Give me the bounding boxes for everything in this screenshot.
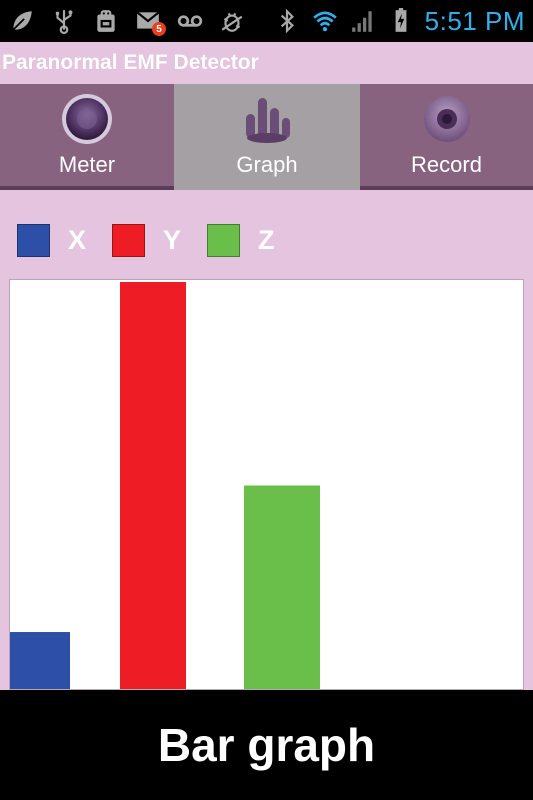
tab-graph[interactable]: Graph <box>174 84 360 190</box>
caption-banner: Bar graph <box>0 690 533 800</box>
legend-label-z: Z <box>258 225 275 255</box>
record-icon <box>423 96 470 142</box>
status-bar: 5 5:51 PM <box>0 0 533 42</box>
tab-meter[interactable]: Meter <box>0 84 174 190</box>
gmail-icon: 5 <box>134 8 166 36</box>
usb-icon <box>50 8 78 34</box>
tab-graph-label: Graph <box>236 152 298 177</box>
meter-icon <box>62 94 112 144</box>
bar-x <box>10 632 70 689</box>
legend-label-x: X <box>68 225 87 255</box>
system-icons: 5:51 PM <box>273 6 525 37</box>
leaf-icon <box>8 8 36 34</box>
app-title: Paranormal EMF Detector <box>2 51 259 74</box>
graph-icon <box>246 98 290 143</box>
bluetooth-icon <box>273 8 301 34</box>
signal-icon <box>349 8 377 34</box>
legend-swatch-x <box>17 224 50 257</box>
bar-chart-area <box>9 279 524 690</box>
notification-icons: 5 <box>8 8 246 36</box>
legend-item-y: Y <box>112 224 181 257</box>
caption-text: Bar graph <box>157 719 376 771</box>
tab-meter-label: Meter <box>58 152 116 177</box>
tab-bar: Meter Graph Record <box>0 84 533 190</box>
bar-z <box>244 485 320 689</box>
title-bar: Paranormal EMF Detector <box>0 42 533 84</box>
clock: 5:51 PM <box>424 5 525 36</box>
legend-label-y: Y <box>163 225 182 255</box>
battery-charging-icon <box>387 8 415 34</box>
android-debug-icon <box>92 8 120 34</box>
voicemail-icon <box>176 8 204 34</box>
wifi-icon <box>311 8 339 34</box>
tab-record-label: Record <box>411 152 482 177</box>
legend-swatch-y <box>112 224 146 257</box>
chart-legend: X Y Z <box>17 224 301 257</box>
bar-y <box>120 282 186 689</box>
app-window: Paranormal EMF Detector Meter Graph Reco… <box>0 42 533 690</box>
bar-chart-svg <box>10 282 320 689</box>
legend-item-x: X <box>17 224 86 257</box>
notification-count-badge: 5 <box>152 22 166 36</box>
legend-swatch-z <box>207 224 241 257</box>
legend-item-z: Z <box>207 224 275 257</box>
tab-record[interactable]: Record <box>360 84 533 190</box>
bug-icon <box>218 8 246 34</box>
